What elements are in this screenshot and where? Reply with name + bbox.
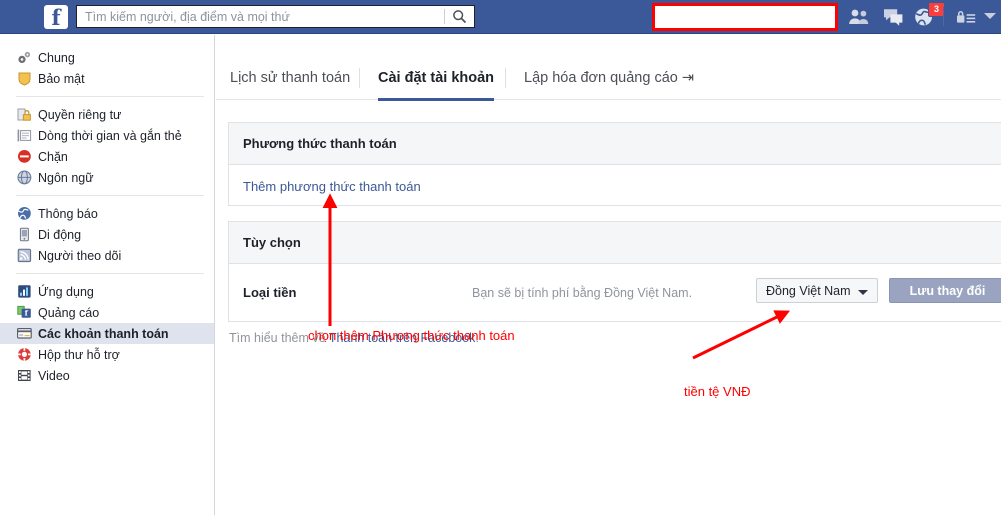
tab-lap-hoa-don-quang-cao[interactable]: Lập hóa đơn quảng cáo ⇥ [524,58,694,98]
payments-card-icon [17,327,32,339]
sidebar-divider [16,195,204,196]
sidebar-item-label: Quảng cáo [38,305,100,320]
settings-sidebar: Chung Bảo mật Quyền riêng tư Dòng thời g… [0,35,215,515]
rss-follower-icon [17,248,32,263]
sidebar-item-label: Dòng thời gian và gắn thẻ [38,128,182,143]
currency-select[interactable]: Đồng Việt Nam [756,278,878,303]
currency-label: Loại tiền [243,285,297,300]
tab-lich-su-thanh-toan[interactable]: Lịch sử thanh toán [230,58,350,98]
annotation-label-payment-method: chọn thêm Phương thức thanh toán [308,328,515,343]
film-video-icon [18,370,31,381]
sidebar-item-label: Hộp thư hỗ trợ [38,347,120,362]
sidebar-item-di-dong[interactable]: Di động [0,224,214,245]
sidebar-item-label: Các khoản thanh toán [38,326,169,341]
sidebar-group-3: Thông báo Di động Người theo dõi [0,203,214,266]
account-menu-caret-icon[interactable] [984,13,996,19]
sidebar-item-dong-thoi-gian[interactable]: Dòng thời gian và gắn thẻ [0,125,214,146]
currency-row: Loại tiền Bạn sẽ bị tính phí bằng Đồng V… [229,264,1001,322]
sidebar-item-label: Chặn [38,149,68,164]
sidebar-item-label: Ứng dụng [38,284,94,299]
annotation-label-currency: tiền tệ VNĐ [684,384,751,399]
sidebar-item-quyen-rieng-tu[interactable]: Quyền riêng tư [0,104,214,125]
sidebar-item-chan[interactable]: Chặn [0,146,214,167]
sidebar-item-cac-khoan-thanh-toan[interactable]: Các khoản thanh toán [0,323,214,344]
payments-tab-bar: Lịch sử thanh toán Cài đặt tài khoản Lập… [216,58,1001,101]
options-card: Tùy chọn Loại tiền Bạn sẽ bị tính phí bằ… [228,221,1001,322]
search-icon[interactable] [452,9,467,24]
friends-icon[interactable] [848,7,870,27]
notifications-globe-icon [18,207,31,220]
tab-divider [359,68,360,88]
sidebar-group-2: Quyền riêng tư Dòng thời gian và gắn thẻ… [0,104,214,188]
payment-method-card-title: Phương thức thanh toán [229,123,1001,165]
tab-cai-dat-tai-khoan[interactable]: Cài đặt tài khoản [378,58,495,101]
sidebar-item-label: Video [38,368,70,383]
currency-description: Bạn sẽ bị tính phí bằng Đồng Việt Nam. [472,286,693,300]
main-content: Lịch sử thanh toán Cài đặt tài khoản Lập… [216,35,1001,515]
currency-select-value: Đồng Việt Nam [766,284,851,298]
messages-icon[interactable] [882,7,904,27]
sidebar-item-label: Bảo mật [38,71,85,86]
sidebar-item-label: Ngôn ngữ [38,170,94,185]
sidebar-item-label: Di động [38,227,82,242]
sidebar-item-chung[interactable]: Chung [0,47,214,68]
search-input[interactable] [85,6,425,27]
gear-icon [18,51,31,63]
sidebar-item-label: Chung [38,50,75,65]
block-icon [18,150,31,163]
sidebar-item-thong-bao[interactable]: Thông báo [0,203,214,224]
timeline-icon [17,129,32,142]
shield-icon [18,72,31,86]
sidebar-item-video[interactable]: Video [0,365,214,386]
search-divider [444,9,445,24]
sidebar-item-hop-thu-ho-tro[interactable]: Hộp thư hỗ trợ [0,344,214,365]
sidebar-divider [16,96,204,97]
privacy-lock-icon[interactable] [955,8,977,28]
language-globe-icon [17,170,32,185]
sidebar-item-quang-cao[interactable]: f Quảng cáo [0,302,214,323]
sidebar-group-4: Ứng dụng f Quảng cáo Các khoản thanh toá… [0,281,214,386]
save-changes-button[interactable]: Lưu thay đổi [889,278,1001,303]
sidebar-item-label: Quyền riêng tư [38,107,122,122]
payment-method-card: Phương thức thanh toán Thêm phương thức … [228,122,1001,206]
add-payment-method-link[interactable]: Thêm phương thức thanh toán [229,165,1001,208]
search-box[interactable] [76,5,475,28]
apps-icon [18,285,31,298]
sidebar-item-bao-mat[interactable]: Bảo mật [0,68,214,89]
sidebar-item-ngon-ngu[interactable]: Ngôn ngữ [0,167,214,188]
mobile-icon [19,227,29,242]
sidebar-item-ung-dung[interactable]: Ứng dụng [0,281,214,302]
support-lifebuoy-icon [18,348,31,361]
ads-icon: f [17,305,31,318]
lock-icon [17,108,31,121]
chevron-down-icon [857,290,868,295]
facebook-top-navigation-bar: f 3 [0,0,1001,34]
sidebar-item-label: Thông báo [38,206,98,221]
sidebar-group-1: Chung Bảo mật [0,35,214,89]
sidebar-item-nguoi-theo-doi[interactable]: Người theo dõi [0,245,214,266]
redacted-profile-name-box[interactable] [652,3,838,31]
tab-divider [505,68,506,88]
nav-divider [943,7,944,26]
sidebar-divider [16,273,204,274]
options-card-title: Tùy chọn [229,222,1001,264]
sidebar-item-label: Người theo dõi [38,248,122,263]
facebook-logo-icon[interactable]: f [44,5,68,30]
